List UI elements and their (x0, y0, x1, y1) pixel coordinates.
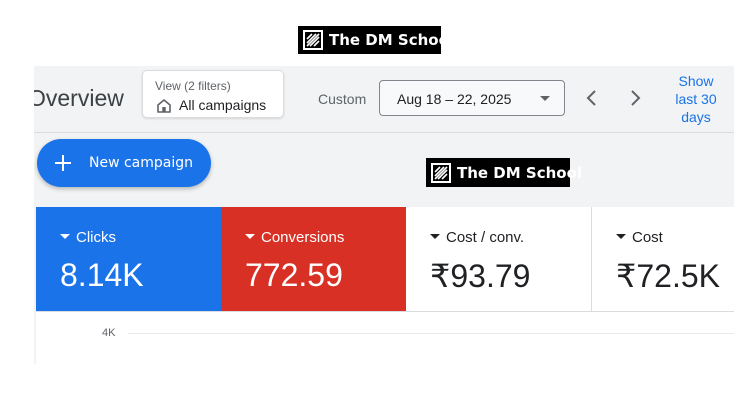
chevron-left-icon[interactable] (580, 86, 604, 110)
show-last-line-3: days (681, 109, 711, 125)
chart-y-tick-label: 4K (102, 327, 116, 339)
metric-value: 772.59 (245, 257, 343, 293)
brand-name: The DM School (457, 163, 583, 182)
caret-down-icon (540, 96, 550, 101)
brand-name: The DM School (329, 31, 455, 49)
caret-down-icon (245, 234, 255, 239)
metric-label: Clicks (76, 229, 116, 246)
date-range-value: Aug 18 – 22, 2025 (397, 91, 512, 107)
view-filter-label: View (2 filters) (155, 79, 231, 93)
new-campaign-button[interactable]: New campaign (37, 139, 211, 187)
view-filter-button[interactable]: View (2 filters) All campaigns (142, 70, 284, 118)
metric-label: Conversions (261, 229, 345, 246)
metric-value: 8.14K (60, 257, 144, 293)
performance-chart: 4K (36, 311, 734, 364)
new-campaign-label: New campaign (89, 155, 194, 171)
metric-value: ₹72.5K (616, 258, 720, 294)
metric-card-cost[interactable]: Cost ₹72.5K (592, 207, 734, 311)
date-range-type: Custom (318, 91, 367, 107)
show-last-30-days-link[interactable]: Show last 30 days (666, 72, 726, 126)
ads-overview-panel: Overview View (2 filters) All campaigns … (34, 66, 734, 364)
metric-card-conversions[interactable]: Conversions 772.59 (221, 207, 406, 311)
chart-gridline (128, 333, 734, 334)
caret-down-icon (60, 234, 70, 239)
metric-label: Cost (632, 229, 663, 246)
metric-card-cost-per-conversion[interactable]: Cost / conv. ₹93.79 (406, 207, 592, 311)
metric-label: Cost / conv. (446, 229, 525, 246)
home-icon (157, 99, 171, 113)
brand-logo-mid: The DM School (426, 158, 582, 187)
metric-card-clicks[interactable]: Clicks 8.14K (36, 207, 221, 311)
brand-logo-top: The DM School (298, 26, 454, 54)
brand-mark-icon (431, 162, 451, 183)
brand-mark-icon (303, 30, 323, 50)
plus-icon (55, 155, 71, 171)
page-title: Overview (34, 85, 124, 111)
caret-down-icon (430, 234, 440, 239)
metric-value: ₹93.79 (430, 258, 531, 294)
show-last-line-2: last 30 (675, 91, 717, 107)
show-last-line-1: Show (678, 73, 714, 89)
header-divider (34, 132, 734, 133)
chevron-right-icon[interactable] (623, 86, 647, 110)
caret-down-icon (616, 234, 626, 239)
date-range-picker[interactable]: Aug 18 – 22, 2025 (379, 80, 565, 116)
view-filter-value: All campaigns (179, 97, 267, 113)
